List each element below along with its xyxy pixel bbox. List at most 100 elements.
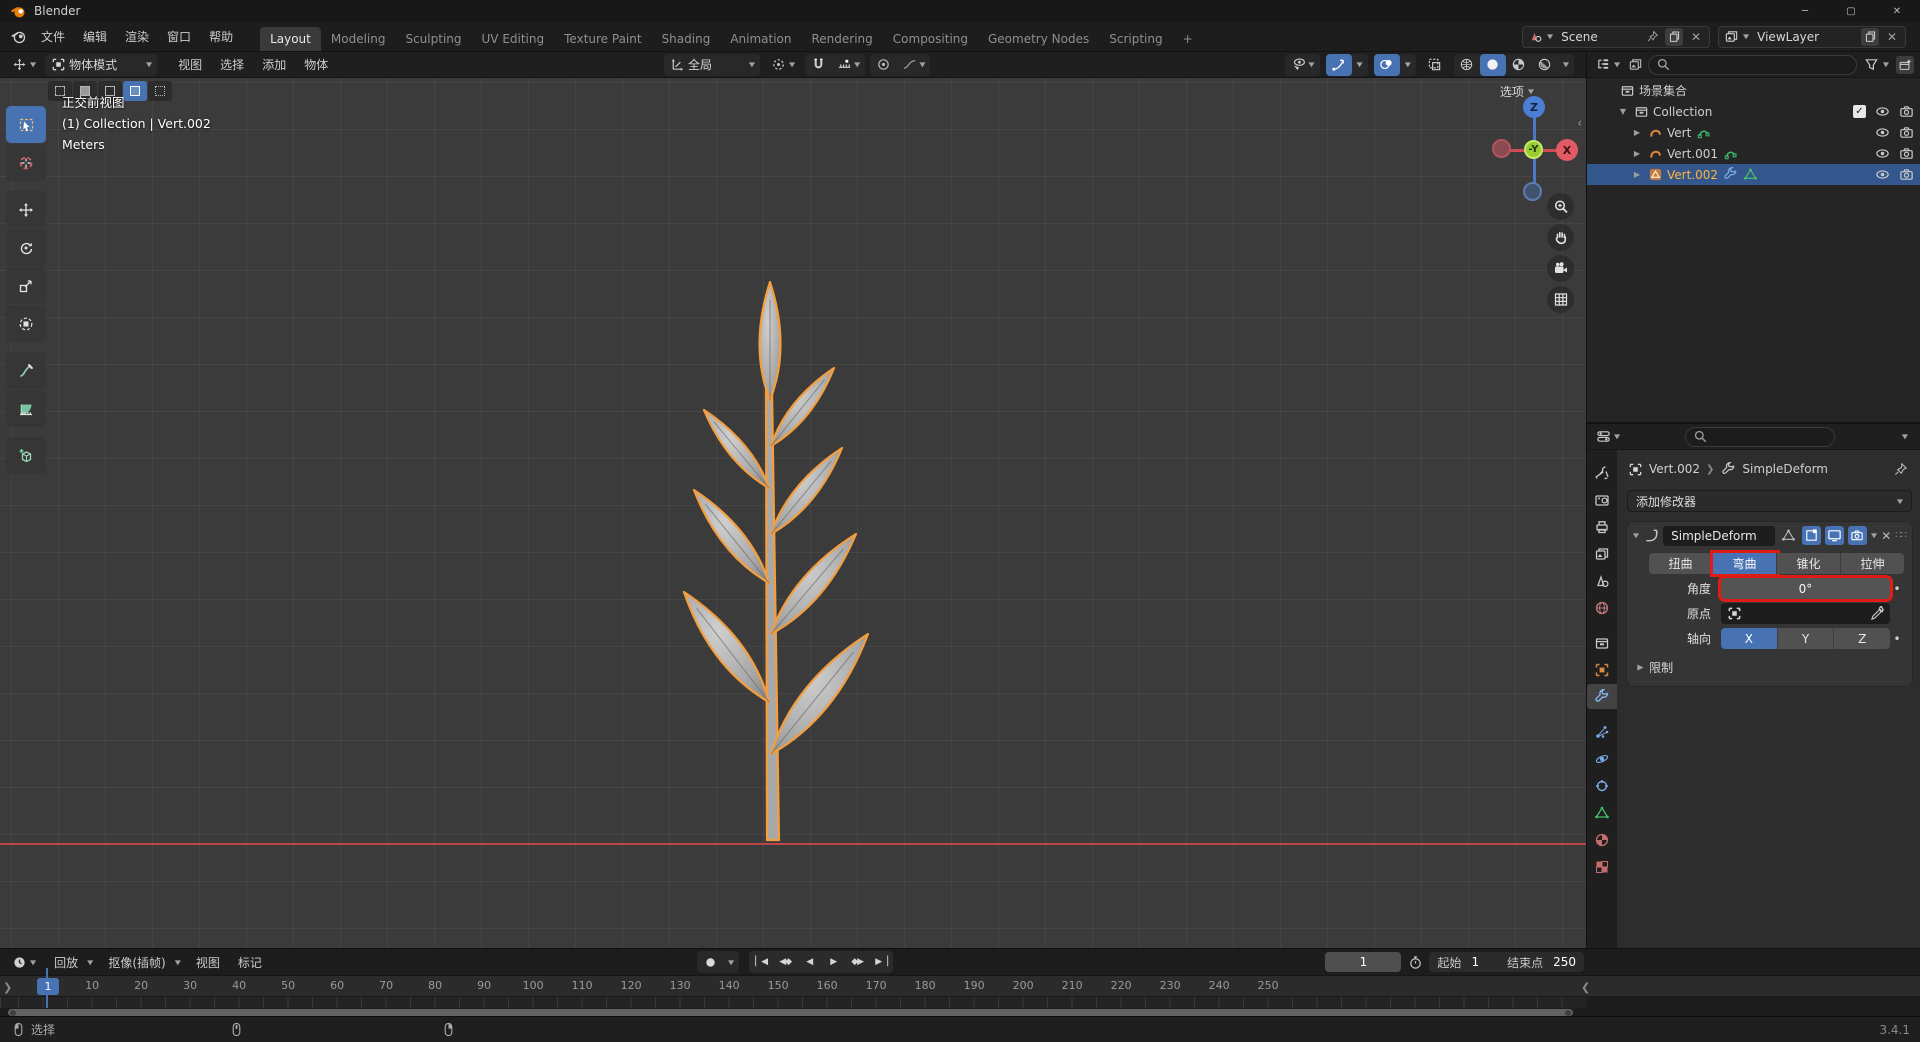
workspace-tab-layout[interactable]: Layout (260, 27, 321, 51)
editor-type-button[interactable]: ▼ (6, 54, 41, 76)
breadcrumb-object[interactable]: Vert.002 (1649, 462, 1700, 476)
animate-dot-icon[interactable]: • (1890, 582, 1904, 596)
properties-editor-type-button[interactable]: ▼ (1593, 426, 1622, 448)
properties-tab-material[interactable] (1587, 827, 1617, 852)
workspace-tab-geometry-nodes[interactable]: Geometry Nodes (978, 27, 1099, 51)
timeline-scrollbar[interactable] (8, 1009, 1573, 1016)
shading-solid-button[interactable] (1480, 54, 1506, 76)
timeline-editor-type-button[interactable]: ▼ (6, 951, 41, 973)
deform-mode-锥化[interactable]: 锥化 (1777, 553, 1841, 574)
outliner-display-mode-dropdown[interactable]: ▼ (1593, 54, 1622, 76)
breadcrumb-modifier[interactable]: SimpleDeform (1742, 462, 1828, 476)
properties-tab-scene[interactable] (1587, 568, 1617, 593)
add-modifier-dropdown[interactable]: 添加修改器 ▼ (1627, 490, 1912, 512)
modifier-extras-dropdown[interactable]: ▼ (1871, 532, 1877, 539)
transform-orientation-dropdown[interactable]: 全局 ▼ (664, 54, 760, 76)
origin-object-field[interactable] (1721, 603, 1890, 624)
workspace-tab-scripting[interactable]: Scripting (1099, 27, 1172, 51)
viewport-menu-添加[interactable]: 添加 (253, 52, 295, 77)
properties-tab-view-layer[interactable] (1587, 541, 1617, 566)
outliner-row-场景集合[interactable]: 场景集合 (1587, 80, 1920, 101)
timeline-track-area[interactable] (0, 997, 1586, 1008)
outliner-row-Collection[interactable]: ▼Collection✓ (1587, 101, 1920, 122)
camera-view-button[interactable] (1547, 255, 1574, 282)
viewlayer-selector[interactable]: ▼ ViewLayer ✕ (1718, 26, 1906, 48)
camera-visibility-icon[interactable] (1898, 125, 1914, 141)
close-button[interactable]: ✕ (1874, 0, 1920, 22)
deform-mode-拉伸[interactable]: 拉伸 (1841, 553, 1904, 574)
menu-文件[interactable]: 文件 (32, 24, 74, 49)
tool-add-cube[interactable] (6, 437, 46, 474)
properties-tab-world[interactable] (1587, 595, 1617, 620)
jump-start-button[interactable]: ▏◀ (749, 951, 773, 973)
new-scene-icon[interactable] (1665, 28, 1683, 46)
toggle-edit-mode-display[interactable] (1779, 526, 1798, 545)
camera-visibility-icon[interactable] (1898, 146, 1914, 162)
timeline-menu-抠像(插帧)[interactable]: 抠像(插帧) (99, 950, 174, 975)
current-frame-field[interactable]: 1 (1325, 952, 1401, 972)
camera-visibility-icon[interactable] (1898, 104, 1914, 120)
toggle-render-display[interactable] (1848, 526, 1867, 545)
pivot-point-dropdown[interactable]: ▼ (765, 54, 800, 76)
menu-帮助[interactable]: 帮助 (200, 24, 242, 49)
outliner-row-Vert[interactable]: ▶Vert (1587, 122, 1920, 143)
start-frame-value[interactable]: 1 (1471, 955, 1479, 969)
delete-scene-icon[interactable]: ✕ (1687, 28, 1705, 46)
toggle-on-cage[interactable] (1802, 526, 1821, 545)
workspace-tab-sculpting[interactable]: Sculpting (395, 27, 471, 51)
drag-handle-icon[interactable]: ∷∷ (1895, 530, 1906, 541)
properties-tab-tool[interactable] (1587, 460, 1617, 485)
play-reverse-button[interactable]: ◀ (797, 951, 821, 973)
tool-select-box[interactable] (6, 106, 46, 143)
viewport-canvas[interactable]: 正交前视图 (1) Collection | Vert.002 Meters 选… (0, 78, 1586, 948)
overlays-toggle[interactable] (1374, 54, 1400, 76)
shading-dropdown[interactable]: ▼ (1558, 54, 1574, 76)
mode-dropdown[interactable]: 物体模式 ▼ (45, 54, 157, 76)
blender-menu-icon[interactable] (10, 29, 26, 45)
properties-tab-collection[interactable] (1587, 630, 1617, 655)
new-viewlayer-icon[interactable] (1861, 28, 1879, 46)
playhead[interactable]: 1 (37, 978, 59, 995)
properties-tab-object-data[interactable] (1587, 800, 1617, 825)
eye-icon[interactable] (1874, 167, 1890, 183)
outliner-search-input[interactable] (1648, 55, 1857, 75)
timeline-collapse-right[interactable]: ❮ (1581, 981, 1590, 994)
properties-tab-render[interactable] (1587, 487, 1617, 512)
gizmos-dropdown[interactable]: ▼ (1352, 54, 1368, 76)
workspace-tab-+[interactable]: + (1173, 27, 1203, 51)
disclosure-closed-icon[interactable]: ▶ (1631, 149, 1643, 158)
shading-wireframe-button[interactable] (1454, 54, 1480, 76)
jump-end-button[interactable]: ▶▕ (869, 951, 893, 973)
exclude-checkbox[interactable]: ✓ (1853, 105, 1866, 118)
play-button[interactable]: ▶ (821, 951, 845, 973)
workspace-tab-shading[interactable]: Shading (652, 27, 721, 51)
snap-toggle[interactable] (805, 54, 831, 76)
delete-modifier-button[interactable]: ✕ (1881, 529, 1891, 543)
workspace-tab-rendering[interactable]: Rendering (802, 27, 883, 51)
falloff-dropdown[interactable]: ▼ (896, 54, 930, 76)
outliner-row-Vert.001[interactable]: ▶Vert.001 (1587, 143, 1920, 164)
shading-material-button[interactable] (1506, 54, 1532, 76)
pin-icon[interactable] (1643, 28, 1661, 46)
workspace-tab-modeling[interactable]: Modeling (321, 27, 396, 51)
angle-value-field[interactable]: 0° (1721, 578, 1890, 599)
deform-mode-扭曲[interactable]: 扭曲 (1649, 553, 1713, 574)
gizmo-axis-neg-x[interactable] (1492, 139, 1511, 158)
eye-icon[interactable] (1874, 125, 1890, 141)
plant-object-selected[interactable] (620, 268, 920, 848)
disclosure-closed-icon[interactable]: ▶ (1631, 128, 1643, 137)
axis-y-button[interactable]: Y (1778, 628, 1835, 649)
snap-target-dropdown[interactable]: ▼ (831, 54, 865, 76)
gizmo-axis-z[interactable]: Z (1523, 96, 1545, 118)
properties-tab-physics[interactable] (1587, 746, 1617, 771)
maximize-button[interactable]: ▢ (1828, 0, 1874, 22)
sidebar-collapse-arrow[interactable]: ‹ (1577, 116, 1582, 130)
eye-icon[interactable] (1874, 104, 1890, 120)
menu-编辑[interactable]: 编辑 (74, 24, 116, 49)
proportional-edit-toggle[interactable] (870, 54, 896, 76)
workspace-tab-texture-paint[interactable]: Texture Paint (554, 27, 651, 51)
modifier-name-field[interactable]: SimpleDeform (1663, 526, 1775, 546)
axis-x-button[interactable]: X (1721, 628, 1778, 649)
properties-tab-object[interactable] (1587, 657, 1617, 682)
workspace-tab-compositing[interactable]: Compositing (883, 27, 978, 51)
